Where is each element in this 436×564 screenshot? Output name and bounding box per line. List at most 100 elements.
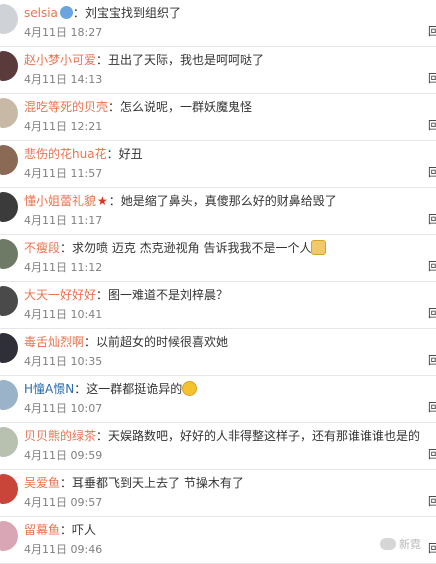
separator: ： (60, 241, 73, 255)
comment-item: H憧A憬N：这一群都挺诡异的 4月11日 10:07 回复 (0, 376, 436, 423)
avatar[interactable] (0, 98, 18, 128)
username-link[interactable]: selsia (24, 6, 58, 20)
comment-item: 不瘦段：求勿喷 迈克 杰克逊视角 告诉我我不是一个人 4月11日 11:12 回复 (0, 235, 436, 282)
watermark-text: 新霓 (399, 538, 421, 551)
separator: ： (84, 335, 97, 349)
comment-text: 图一难道不是刘梓晨？ (108, 288, 229, 302)
avatar[interactable] (0, 286, 18, 316)
comment-time: 12:21 (70, 120, 103, 133)
reply-link[interactable]: 回复 (428, 354, 436, 368)
avatar[interactable] (0, 145, 18, 175)
comment-line: 大天一好好好：图一难道不是刘梓晨？ (24, 287, 228, 303)
comment-time: 14:13 (70, 73, 103, 86)
username-link[interactable]: 留幕鱼 (24, 523, 60, 537)
username-link[interactable]: 大天一好好好 (24, 288, 96, 302)
timestamp: 4月11日 09:46 (24, 543, 102, 557)
avatar[interactable] (0, 474, 18, 504)
vip-badge-icon (59, 6, 73, 19)
separator: ： (108, 100, 121, 114)
username-link[interactable]: 赵小梦小可爱 (24, 53, 96, 67)
wechat-icon (380, 538, 396, 550)
reply-link[interactable]: 回复 (428, 542, 436, 556)
username-link[interactable]: 悲伤的花hua花 (24, 147, 107, 161)
avatar[interactable] (0, 427, 18, 457)
comment-item: 懂小姐蕾礼貌★：她是缩了鼻头，真傻那么好的财鼻给毁了 4月11日 11:17 回复 (0, 188, 436, 235)
comment-line: 赵小梦小可爱：丑出了天际，我也是呵呵哒了 (24, 52, 264, 68)
reply-link[interactable]: 回复 (428, 448, 436, 462)
comment-item: selsia ：刘宝宝找到组织了 4月11日 18:27 回复 (0, 0, 436, 47)
dog-emoji-icon (311, 240, 327, 255)
comment-text: 吓人 (72, 523, 97, 537)
comment-time: 10:35 (70, 355, 103, 368)
comment-time: 18:27 (70, 26, 103, 39)
comment-text: 求勿喷 迈克 杰克逊视角 告诉我我不是一个人 (72, 241, 312, 255)
timestamp: 4月11日 18:27 (24, 26, 102, 40)
comment-item: 毒舌灿烈啊：以前超女的时候很喜欢她 4月11日 10:35 回复 (0, 329, 436, 376)
comment-list: selsia：刘宝宝找到组织了4月11日 18:27回复赵小梦小可爱：丑出了天际… (0, 0, 436, 564)
comment-item: 赵小梦小可爱：丑出了天际，我也是呵呵哒了 4月11日 14:13 回复 (0, 47, 436, 94)
reply-link[interactable]: 回复 (428, 260, 436, 274)
star-badge-icon: ★ (97, 194, 108, 208)
comment-date: 4月11日 (24, 308, 67, 321)
reply-link[interactable]: 回复 (428, 307, 436, 321)
timestamp: 4月11日 11:57 (24, 167, 102, 181)
separator: ： (96, 53, 109, 67)
comment-line: H憧A憬N：这一群都挺诡异的 (24, 381, 198, 397)
username-link[interactable]: 吴爱鱼 (24, 476, 60, 490)
avatar[interactable] (0, 51, 18, 81)
separator: ： (60, 476, 73, 490)
avatar[interactable] (0, 380, 18, 410)
separator: ： (96, 429, 109, 443)
username-link[interactable]: 不瘦段 (24, 241, 60, 255)
separator: ： (74, 382, 87, 396)
comment-date: 4月11日 (24, 355, 67, 368)
comment-date: 4月11日 (24, 167, 67, 180)
comment-time: 09:59 (70, 449, 103, 462)
comment-date: 4月11日 (24, 120, 67, 133)
comment-line: 贝贝熊的绿茶：天娱路数吧，好好的人非得整这样子，还有那谁谁谁也是的 (24, 428, 420, 444)
comment-item: 混吃等死的贝壳：怎么说呢，一群妖魔鬼怪 4月11日 12:21 回复 (0, 94, 436, 141)
separator: ： (60, 523, 73, 537)
comment-text: 这一群都挺诡异的 (86, 382, 183, 396)
username-link[interactable]: 混吃等死的贝壳 (24, 100, 108, 114)
separator: ： (96, 288, 109, 302)
comment-time: 09:46 (70, 543, 103, 556)
comment-text: 天娱路数吧，好好的人非得整这样子，还有那谁谁谁也是的 (108, 429, 421, 443)
laugh-emoji-icon (182, 381, 198, 396)
comment-text: 以前超女的时候很喜欢她 (96, 335, 229, 349)
comment-date: 4月11日 (24, 26, 67, 39)
reply-link[interactable]: 回复 (428, 401, 436, 415)
comment-text: 丑出了天际，我也是呵呵哒了 (108, 53, 265, 67)
avatar[interactable] (0, 192, 18, 222)
username-link[interactable]: 毒舌灿烈啊 (24, 335, 84, 349)
separator: ： (72, 6, 85, 20)
username-link[interactable]: 贝贝熊的绿茶 (24, 429, 96, 443)
reply-link[interactable]: 回复 (428, 166, 436, 180)
comment-text: 她是缩了鼻头，真傻那么好的财鼻给毁了 (120, 194, 337, 208)
timestamp: 4月11日 11:17 (24, 214, 102, 228)
timestamp: 4月11日 09:57 (24, 496, 102, 510)
avatar[interactable] (0, 4, 18, 34)
username-link[interactable]: H憧A憬N (24, 382, 74, 396)
comment-time: 09:57 (70, 496, 103, 509)
separator: ： (108, 194, 121, 208)
separator: ： (106, 147, 119, 161)
comment-text: 耳垂都飞到天上去了 节操木有了 (72, 476, 244, 490)
reply-link[interactable]: 回复 (428, 213, 436, 227)
comment-item: 贝贝熊的绿茶：天娱路数吧，好好的人非得整这样子，还有那谁谁谁也是的 4月11日 0… (0, 423, 436, 470)
comment-line: 不瘦段：求勿喷 迈克 杰克逊视角 告诉我我不是一个人 (24, 240, 327, 256)
comment-date: 4月11日 (24, 261, 67, 274)
username-link[interactable]: 懂小姐蕾礼貌 (24, 194, 96, 208)
avatar[interactable] (0, 333, 18, 363)
comment-line: 毒舌灿烈啊：以前超女的时候很喜欢她 (24, 334, 228, 350)
reply-link[interactable]: 回复 (428, 119, 436, 133)
avatar[interactable] (0, 521, 18, 551)
reply-link[interactable]: 回复 (428, 495, 436, 509)
reply-link[interactable]: 回复 (428, 25, 436, 39)
comment-date: 4月11日 (24, 449, 67, 462)
timestamp: 4月11日 11:12 (24, 261, 102, 275)
comment-date: 4月11日 (24, 496, 67, 509)
reply-link[interactable]: 回复 (428, 72, 436, 86)
timestamp: 4月11日 10:07 (24, 402, 102, 416)
avatar[interactable] (0, 239, 18, 269)
